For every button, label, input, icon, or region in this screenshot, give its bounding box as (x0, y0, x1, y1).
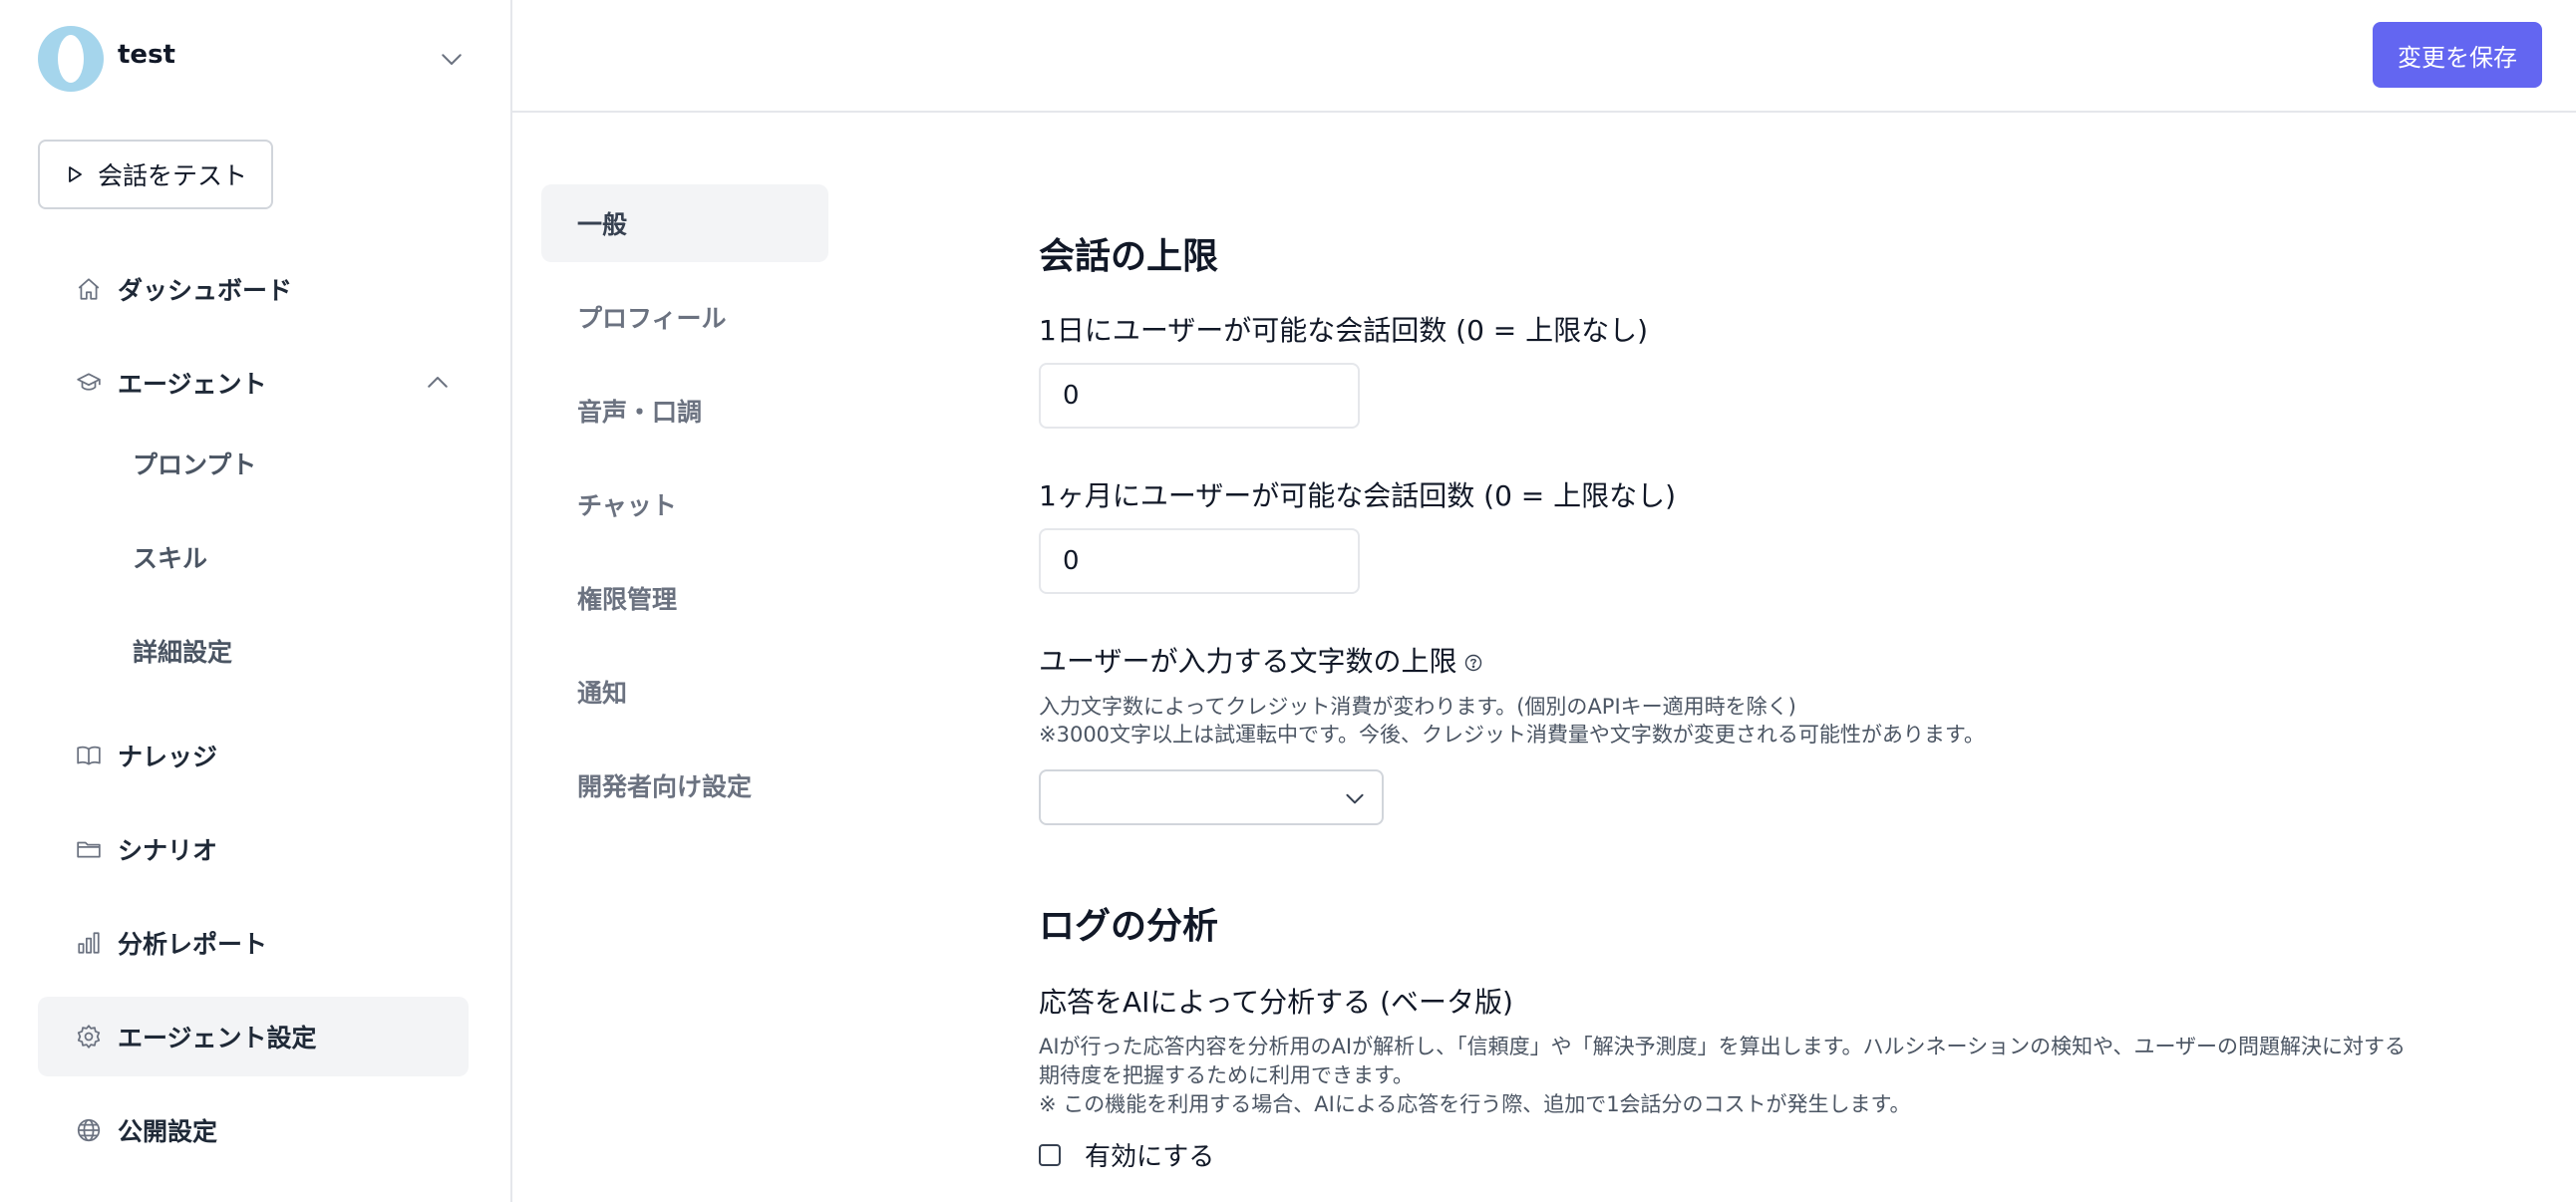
sidebar-item-agent-settings[interactable]: エージェント設定 (38, 997, 469, 1076)
char-limit-label-row: ユーザーが入力する文字数の上限 (1039, 640, 1482, 680)
workspace-switcher[interactable]: test (38, 26, 467, 92)
sidebar-subitem-advanced[interactable]: 詳細設定 (133, 633, 232, 669)
tab-profile[interactable]: プロフィール (541, 278, 828, 356)
sidebar-item-label: ダッシュボード (118, 276, 293, 305)
workspace-name: test (118, 40, 175, 70)
tab-chat[interactable]: チャット (541, 465, 828, 543)
play-icon (69, 166, 82, 182)
ai-analysis-help-1: AIが行った応答内容を分析用のAIが解析し、「信頼度」や「解決予測度」を算出しま… (1039, 1035, 2407, 1087)
folder-icon (76, 836, 102, 862)
tab-voice-tone[interactable]: 音声・口調 (541, 372, 828, 450)
gear-icon (76, 1024, 102, 1050)
daily-limit-label: 1日にユーザーが可能な会話回数 (0 = 上限なし) (1039, 314, 1649, 347)
sidebar-item-label: ナレッジ (118, 743, 218, 771)
sidebar-item-label: 分析レポート (118, 930, 268, 959)
sidebar-item-label: シナリオ (118, 836, 218, 865)
sidebar-item-knowledge[interactable]: ナレッジ (38, 716, 469, 795)
sidebar-item-agent[interactable]: エージェント (38, 343, 469, 423)
monthly-limit-input[interactable] (1039, 528, 1360, 594)
sidebar-item-publish[interactable]: 公開設定 (38, 1090, 469, 1170)
monthly-limit-label: 1ヶ月にユーザーが可能な会話回数 (0 = 上限なし) (1039, 479, 1677, 512)
sidebar-item-label: エージェント (118, 370, 267, 399)
globe-icon (76, 1117, 102, 1143)
sidebar-item-analytics[interactable]: 分析レポート (38, 903, 469, 983)
char-limit-help-2: ※3000文字以上は試運転中です。今後、クレジット消費量や文字数が変更される可能… (1039, 723, 1985, 747)
workspace-logo-icon (38, 26, 104, 92)
chevron-down-icon (1346, 793, 1364, 804)
sidebar-subitem-skill[interactable]: スキル (133, 539, 207, 575)
book-icon (76, 743, 102, 768)
sidebar-item-label: 公開設定 (118, 1117, 218, 1146)
home-icon (76, 276, 102, 302)
section-title-log-analysis: ログの分析 (1039, 906, 1219, 947)
section-title-limits: 会話の上限 (1039, 236, 1219, 277)
test-conversation-button[interactable]: 会話をテスト (38, 140, 273, 209)
sidebar-item-dashboard[interactable]: ダッシュボード (38, 249, 469, 329)
save-button[interactable]: 変更を保存 (2373, 22, 2542, 88)
char-limit-help-1: 入力文字数によってクレジット消費が変わります。(個別のAPIキー適用時を除く) (1039, 695, 1796, 719)
test-button-label: 会話をテスト (98, 161, 248, 190)
graduation-cap-icon (76, 370, 102, 396)
chevron-up-icon[interactable] (423, 368, 453, 398)
ai-analysis-help-2: ※ この機能を利用する場合、AIによる応答を行う際、追加で1会話分のコストが発生… (1039, 1092, 1911, 1116)
sidebar-item-label: エージェント設定 (118, 1024, 317, 1052)
top-header: 変更を保存 (512, 0, 2576, 113)
bar-chart-icon (76, 930, 102, 956)
tab-developer[interactable]: 開発者向け設定 (541, 747, 828, 824)
enable-ai-analysis-label[interactable]: 有効にする (1085, 1136, 1214, 1173)
tab-general[interactable]: 一般 (541, 184, 828, 262)
char-limit-label: ユーザーが入力する文字数の上限 (1039, 645, 1457, 678)
daily-limit-input[interactable] (1039, 363, 1360, 429)
enable-ai-analysis-row[interactable]: 有効にする (1039, 1136, 1214, 1173)
char-limit-select[interactable] (1039, 769, 1384, 825)
help-icon[interactable] (1464, 654, 1482, 672)
enable-ai-analysis-checkbox[interactable] (1039, 1143, 1061, 1166)
chevron-down-icon[interactable] (437, 44, 467, 74)
sidebar-subitem-prompt[interactable]: プロンプト (133, 446, 256, 481)
tab-notifications[interactable]: 通知 (541, 653, 828, 731)
sidebar-item-scenario[interactable]: シナリオ (38, 809, 469, 889)
tab-permissions[interactable]: 権限管理 (541, 559, 828, 637)
ai-analysis-label: 応答をAIによって分析する (ベータ版) (1039, 986, 1513, 1019)
sidebar: test 会話をテスト ダッシュボード エージェント プロンプト スキル 詳細設… (0, 0, 512, 1202)
